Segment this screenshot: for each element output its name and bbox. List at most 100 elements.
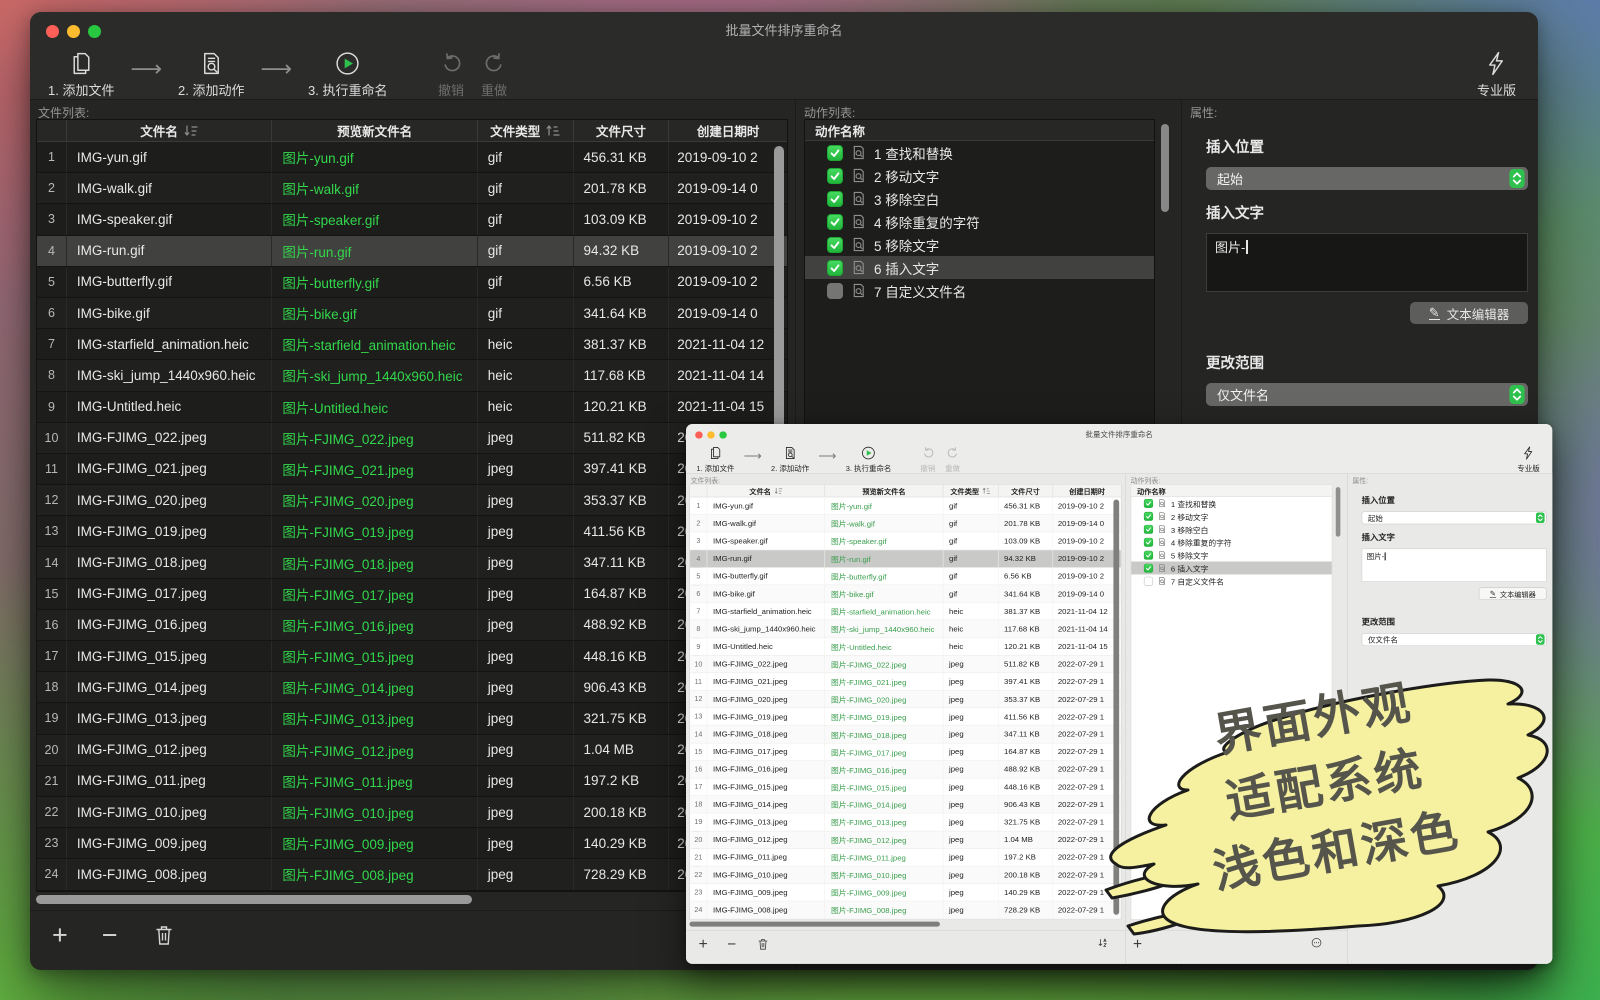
action-row[interactable]: 2 移动文字	[805, 164, 1154, 187]
column-header-4[interactable]: 文件尺寸	[998, 485, 1053, 497]
checkbox-checked-icon[interactable]	[1144, 538, 1153, 547]
column-header-1[interactable]: 文件名	[67, 120, 272, 141]
add-action-button[interactable]: 2. 添加动作	[178, 50, 244, 99]
action-row[interactable]: 4 移除重复的字符	[1131, 536, 1332, 549]
file-row[interactable]: 6IMG-bike.gif图片-bike.gifgif341.64 KB2019…	[690, 585, 1121, 603]
action-row[interactable]: 6 插入文字	[1131, 561, 1332, 574]
checkbox-checked-icon[interactable]	[827, 168, 843, 184]
checkbox-checked-icon[interactable]	[1144, 563, 1153, 572]
file-row[interactable]: 14IMG-FJIMG_018.jpeg图片-FJIMG_018.jpegjpe…	[37, 547, 787, 578]
text-editor-button[interactable]: ✎ 文本编辑器	[1479, 587, 1547, 599]
file-row[interactable]: 24IMG-FJIMG_008.jpeg图片-FJIMG_008.jpegjpe…	[37, 859, 787, 890]
minimize-button[interactable]	[707, 431, 714, 438]
file-row[interactable]: 16IMG-FJIMG_016.jpeg图片-FJIMG_016.jpegjpe…	[37, 610, 787, 641]
checkbox-unchecked-icon[interactable]	[1144, 576, 1153, 585]
insert-position-select[interactable]: 起始	[1362, 511, 1547, 524]
file-row[interactable]: 20IMG-FJIMG_012.jpeg图片-FJIMG_012.jpegjpe…	[690, 831, 1121, 849]
file-row[interactable]: 5IMG-butterfly.gif图片-butterfly.gifgif6.5…	[690, 568, 1121, 586]
checkbox-checked-icon[interactable]	[1144, 499, 1153, 508]
file-row[interactable]: 2IMG-walk.gif图片-walk.gifgif201.78 KB2019…	[37, 173, 787, 204]
file-row[interactable]: 6IMG-bike.gif图片-bike.gifgif341.64 KB2019…	[37, 298, 787, 329]
fullscreen-button[interactable]	[719, 431, 726, 438]
action-scrollbar-thumb[interactable]	[1161, 124, 1169, 212]
remove-file-button[interactable]: −	[727, 937, 736, 951]
checkbox-checked-icon[interactable]	[827, 260, 843, 276]
file-row[interactable]: 2IMG-walk.gif图片-walk.gifgif201.78 KB2019…	[690, 515, 1121, 533]
file-row[interactable]: 18IMG-FJIMG_014.jpeg图片-FJIMG_014.jpegjpe…	[37, 672, 787, 703]
action-row[interactable]: 1 查找和替换	[805, 141, 1154, 164]
horizontal-scrollbar-thumb[interactable]	[689, 922, 940, 927]
pro-version-button[interactable]: 专业版	[1517, 445, 1539, 473]
file-row[interactable]: 7IMG-starfield_animation.heic图片-starfiel…	[690, 603, 1121, 621]
column-header-1[interactable]: 文件名	[707, 485, 825, 497]
undo-button[interactable]: 撤销	[920, 445, 936, 473]
column-header-5[interactable]: 创建日期时	[669, 120, 787, 141]
file-row[interactable]: 12IMG-FJIMG_020.jpeg图片-FJIMG_020.jpegjpe…	[37, 485, 787, 516]
horizontal-scrollbar[interactable]	[36, 895, 788, 904]
undo-button[interactable]: 撤销	[438, 50, 465, 99]
checkbox-checked-icon[interactable]	[827, 191, 843, 207]
file-row[interactable]: 9IMG-Untitled.heic图片-Untitled.heicheic12…	[37, 392, 787, 423]
checkbox-checked-icon[interactable]	[827, 145, 843, 161]
insert-text-input[interactable]: 图片-	[1362, 549, 1547, 582]
remove-file-button[interactable]: −	[102, 923, 118, 947]
file-row[interactable]: 17IMG-FJIMG_015.jpeg图片-FJIMG_015.jpegjpe…	[690, 778, 1121, 796]
action-row[interactable]: 5 移除文字	[805, 233, 1154, 256]
add-file-button[interactable]: +	[52, 923, 68, 947]
file-row[interactable]: 1IMG-yun.gif图片-yun.gifgif456.31 KB2019-0…	[690, 497, 1121, 515]
horizontal-scrollbar[interactable]	[689, 922, 1121, 927]
add-file-button[interactable]: +	[699, 937, 708, 951]
pro-version-button[interactable]: 专业版	[1477, 50, 1516, 99]
column-header-5[interactable]: 创建日期时	[1053, 485, 1121, 497]
checkbox-checked-icon[interactable]	[1144, 525, 1153, 534]
action-row[interactable]: 1 查找和替换	[1131, 497, 1332, 510]
close-button[interactable]	[695, 431, 702, 438]
horizontal-scrollbar-thumb[interactable]	[36, 895, 472, 904]
checkbox-checked-icon[interactable]	[827, 214, 843, 230]
file-row[interactable]: 9IMG-Untitled.heic图片-Untitled.heicheic12…	[690, 638, 1121, 656]
action-row[interactable]: 3 移除空白	[1131, 523, 1332, 536]
insert-text-input[interactable]: 图片-	[1206, 233, 1528, 292]
close-button[interactable]	[46, 25, 59, 38]
checkbox-unchecked-icon[interactable]	[827, 283, 843, 299]
insert-position-select[interactable]: 起始	[1206, 167, 1528, 190]
file-row[interactable]: 15IMG-FJIMG_017.jpeg图片-FJIMG_017.jpegjpe…	[690, 743, 1121, 761]
checkbox-checked-icon[interactable]	[1144, 551, 1153, 560]
fullscreen-button[interactable]	[88, 25, 101, 38]
file-row[interactable]: 3IMG-speaker.gif图片-speaker.gifgif103.09 …	[37, 204, 787, 235]
file-row[interactable]: 20IMG-FJIMG_012.jpeg图片-FJIMG_012.jpegjpe…	[37, 735, 787, 766]
delete-all-button[interactable]	[152, 923, 176, 947]
column-header-4[interactable]: 文件尺寸	[574, 120, 670, 141]
file-row[interactable]: 4IMG-run.gif图片-run.gifgif94.32 KB2019-09…	[690, 550, 1121, 568]
file-row[interactable]: 22IMG-FJIMG_010.jpeg图片-FJIMG_010.jpegjpe…	[690, 866, 1121, 884]
action-row[interactable]: 5 移除文字	[1131, 549, 1332, 562]
column-header-3[interactable]: 文件类型	[478, 120, 574, 141]
file-row[interactable]: 11IMG-FJIMG_021.jpeg图片-FJIMG_021.jpegjpe…	[37, 454, 787, 485]
column-header-2[interactable]: 预览新文件名	[825, 485, 943, 497]
checkbox-checked-icon[interactable]	[827, 237, 843, 253]
file-row[interactable]: 19IMG-FJIMG_013.jpeg图片-FJIMG_013.jpegjpe…	[690, 814, 1121, 832]
action-row[interactable]: 3 移除空白	[805, 187, 1154, 210]
file-row[interactable]: 13IMG-FJIMG_019.jpeg图片-FJIMG_019.jpegjpe…	[690, 708, 1121, 726]
file-row[interactable]: 19IMG-FJIMG_013.jpeg图片-FJIMG_013.jpegjpe…	[37, 703, 787, 734]
run-rename-button[interactable]: 3. 执行重命名	[846, 445, 892, 473]
add-files-button[interactable]: 1. 添加文件	[48, 50, 114, 99]
window-titlebar[interactable]: 批量文件排序重命名	[686, 424, 1552, 445]
action-row[interactable]: 4 移除重复的字符	[805, 210, 1154, 233]
file-row[interactable]: 3IMG-speaker.gif图片-speaker.gifgif103.09 …	[690, 532, 1121, 550]
minimize-button[interactable]	[67, 25, 80, 38]
window-titlebar[interactable]: 批量文件排序重命名	[30, 12, 1538, 50]
file-row[interactable]: 12IMG-FJIMG_020.jpeg图片-FJIMG_020.jpegjpe…	[690, 691, 1121, 709]
column-header-2[interactable]: 预览新文件名	[272, 120, 477, 141]
file-row[interactable]: 22IMG-FJIMG_010.jpeg图片-FJIMG_010.jpegjpe…	[37, 797, 787, 828]
file-row[interactable]: 16IMG-FJIMG_016.jpeg图片-FJIMG_016.jpegjpe…	[690, 761, 1121, 779]
action-row[interactable]: 7 自定义文件名	[1131, 574, 1332, 587]
file-row[interactable]: 14IMG-FJIMG_018.jpeg图片-FJIMG_018.jpegjpe…	[690, 726, 1121, 744]
file-row[interactable]: 23IMG-FJIMG_009.jpeg图片-FJIMG_009.jpegjpe…	[690, 884, 1121, 902]
run-rename-button[interactable]: 3. 执行重命名	[308, 50, 387, 99]
file-row[interactable]: 5IMG-butterfly.gif图片-butterfly.gifgif6.5…	[37, 267, 787, 298]
action-row[interactable]: 2 移动文字	[1131, 510, 1332, 523]
file-row[interactable]: 15IMG-FJIMG_017.jpeg图片-FJIMG_017.jpegjpe…	[37, 579, 787, 610]
file-row[interactable]: 17IMG-FJIMG_015.jpeg图片-FJIMG_015.jpegjpe…	[37, 641, 787, 672]
checkbox-checked-icon[interactable]	[1144, 512, 1153, 521]
